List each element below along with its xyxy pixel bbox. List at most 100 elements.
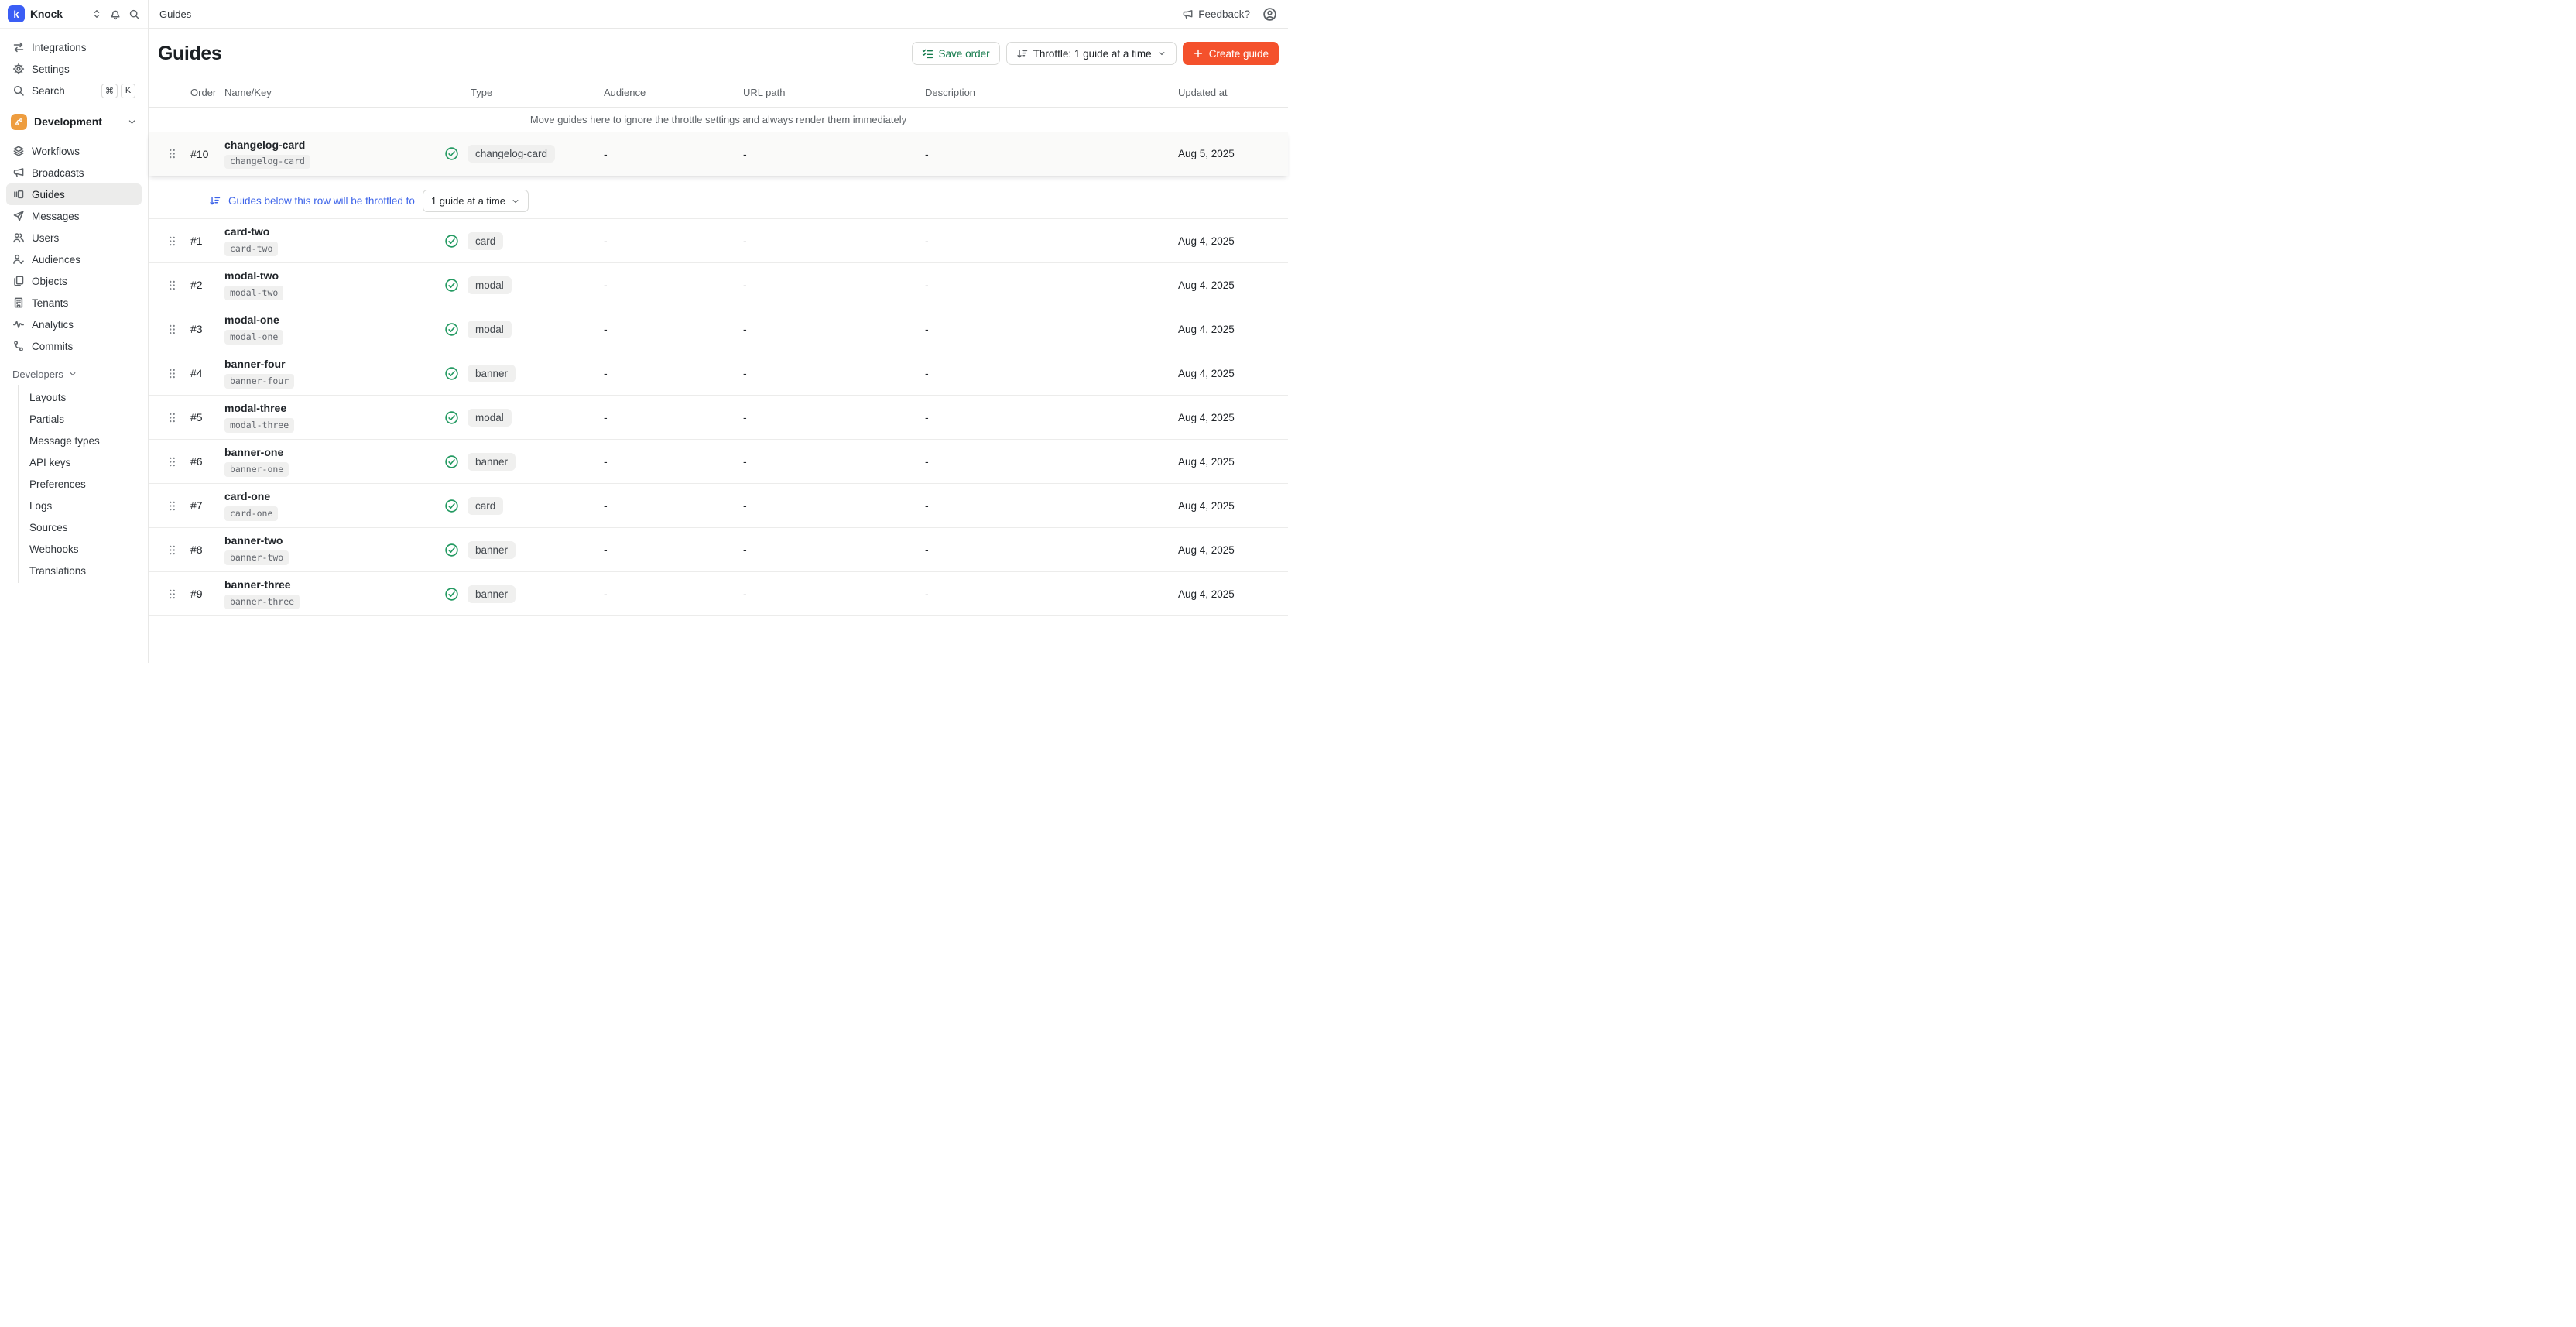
guide-name[interactable]: banner-four <box>224 358 286 370</box>
status-active-icon <box>444 234 459 249</box>
drag-handle-icon[interactable] <box>167 411 177 424</box>
sidebar-item[interactable]: Commits <box>6 335 142 357</box>
sidebar-item[interactable]: Workflows <box>6 140 142 162</box>
guide-type-badge: banner <box>468 585 516 603</box>
sidebar-nav: Integrations Settings Search ⌘K Developm… <box>0 29 148 591</box>
throttle-dropdown[interactable]: Throttle: 1 guide at a time <box>1006 42 1177 65</box>
sidebar-item[interactable]: Objects <box>6 270 142 292</box>
save-order-button[interactable]: Save order <box>912 42 1000 65</box>
guide-name[interactable]: modal-three <box>224 402 286 414</box>
guide-name[interactable]: banner-three <box>224 578 291 591</box>
send-icon <box>12 210 25 222</box>
drag-handle-icon[interactable] <box>167 367 177 380</box>
guide-name[interactable]: banner-one <box>224 446 283 458</box>
sidebar-subitem-label: Translations <box>29 565 86 577</box>
brand-name: Knock <box>30 8 63 20</box>
sidebar-item[interactable]: Guides <box>6 183 142 205</box>
sidebar-subitem[interactable]: Message types <box>19 430 142 451</box>
environment-switcher[interactable]: Development <box>6 109 142 134</box>
guide-url-path: - <box>743 367 925 379</box>
users-icon <box>12 231 25 244</box>
developers-label: Developers <box>12 369 63 380</box>
sidebar-subitem[interactable]: Webhooks <box>19 538 142 560</box>
drag-handle-icon[interactable] <box>167 543 177 557</box>
developers-section-toggle[interactable]: Developers <box>6 363 142 385</box>
sidebar-env-list: Workflows Broadcasts Guides Messages Use… <box>6 140 142 357</box>
guide-name[interactable]: modal-two <box>224 269 279 282</box>
drag-handle-icon[interactable] <box>167 235 177 248</box>
guide-updated-at: Aug 4, 2025 <box>1107 544 1269 556</box>
status-active-icon <box>444 322 459 337</box>
sidebar-subitem-label: Partials <box>29 413 64 425</box>
drag-handle-icon[interactable] <box>167 455 177 468</box>
sidebar-item[interactable]: Search ⌘K <box>6 80 142 101</box>
drag-handle-icon[interactable] <box>167 323 177 336</box>
sidebar-subitem[interactable]: API keys <box>19 451 142 473</box>
guide-row[interactable]: #1 card-two card-two card - - - Aug 4, 2… <box>149 219 1288 263</box>
sidebar-item[interactable]: Audiences <box>6 249 142 270</box>
guide-url-path: - <box>743 499 925 512</box>
guide-row[interactable]: #10 changelog-card changelog-card change… <box>149 132 1288 176</box>
column-url-path: URL path <box>743 87 925 98</box>
sidebar-subitem[interactable]: Layouts <box>19 386 142 408</box>
search-icon[interactable] <box>128 9 140 20</box>
feedback-button[interactable]: Feedback? <box>1182 9 1250 20</box>
sidebar-item[interactable]: Tenants <box>6 292 142 314</box>
guide-key-badge: modal-two <box>224 286 283 300</box>
sidebar-item[interactable]: Integrations <box>6 36 142 58</box>
guide-row[interactable]: #9 banner-three banner-three banner - - … <box>149 572 1288 616</box>
guide-name[interactable]: changelog-card <box>224 139 305 151</box>
table-header: Order Name/Key Type Audience URL path De… <box>149 77 1288 108</box>
workspace-switcher-icon[interactable] <box>91 9 102 19</box>
status-active-icon <box>444 146 459 161</box>
guide-row[interactable]: #4 banner-four banner-four banner - - - … <box>149 351 1288 396</box>
sidebar-subitem[interactable]: Translations <box>19 560 142 581</box>
status-active-icon <box>444 454 459 469</box>
throttle-limit-select[interactable]: 1 guide at a time <box>423 190 529 212</box>
gear-icon <box>12 63 25 75</box>
sidebar-item[interactable]: Messages <box>6 205 142 227</box>
sidebar-item[interactable]: Users <box>6 227 142 249</box>
guide-description: - <box>925 279 1107 291</box>
unthrottled-hint: Move guides here to ignore the throttle … <box>149 108 1288 132</box>
guide-order: #6 <box>190 455 224 468</box>
account-menu-icon[interactable] <box>1262 7 1277 22</box>
guide-row[interactable]: #5 modal-three modal-three modal - - - A… <box>149 396 1288 440</box>
guide-type-badge: banner <box>468 453 516 471</box>
guide-row[interactable]: #2 modal-two modal-two modal - - - Aug 4… <box>149 263 1288 307</box>
create-guide-button[interactable]: Create guide <box>1183 42 1279 65</box>
guide-order: #8 <box>190 543 224 556</box>
guides-page: Guides Save order Throttle: 1 guide at a… <box>149 29 1288 664</box>
guide-row[interactable]: #7 card-one card-one card - - - Aug 4, 2… <box>149 484 1288 528</box>
guide-url-path: - <box>743 543 925 556</box>
sidebar-subitem[interactable]: Preferences <box>19 473 142 495</box>
guide-name[interactable]: modal-one <box>224 314 279 326</box>
drag-handle-icon[interactable] <box>167 279 177 292</box>
sidebar-item-label: Broadcasts <box>32 167 84 179</box>
guide-name[interactable]: card-one <box>224 490 270 502</box>
sidebar-subitem-label: Sources <box>29 522 68 533</box>
sidebar-item[interactable]: Analytics <box>6 314 142 335</box>
guide-row[interactable]: #8 banner-two banner-two banner - - - Au… <box>149 528 1288 572</box>
kbd-key: ⌘ <box>101 84 118 98</box>
integrations-icon <box>12 41 25 53</box>
sidebar-subitem[interactable]: Sources <box>19 516 142 538</box>
drag-handle-icon[interactable] <box>167 499 177 513</box>
sidebar-item[interactable]: Broadcasts <box>6 162 142 183</box>
guide-row[interactable]: #3 modal-one modal-one modal - - - Aug 4… <box>149 307 1288 351</box>
drag-handle-icon[interactable] <box>167 147 177 160</box>
sidebar-subitem-label: API keys <box>29 457 70 468</box>
notifications-bell-icon[interactable] <box>109 8 122 20</box>
guide-name[interactable]: banner-two <box>224 534 283 547</box>
guide-row[interactable]: #6 banner-one banner-one banner - - - Au… <box>149 440 1288 484</box>
sidebar-subitem[interactable]: Partials <box>19 408 142 430</box>
drag-handle-icon[interactable] <box>167 588 177 601</box>
sidebar-item[interactable]: Settings <box>6 58 142 80</box>
guide-type-badge: card <box>468 497 503 515</box>
guide-description: - <box>925 148 1107 160</box>
guide-name[interactable]: card-two <box>224 225 269 238</box>
search-icon <box>12 84 25 97</box>
guide-url-path: - <box>743 323 925 335</box>
status-active-icon <box>444 366 459 381</box>
sidebar-subitem[interactable]: Logs <box>19 495 142 516</box>
